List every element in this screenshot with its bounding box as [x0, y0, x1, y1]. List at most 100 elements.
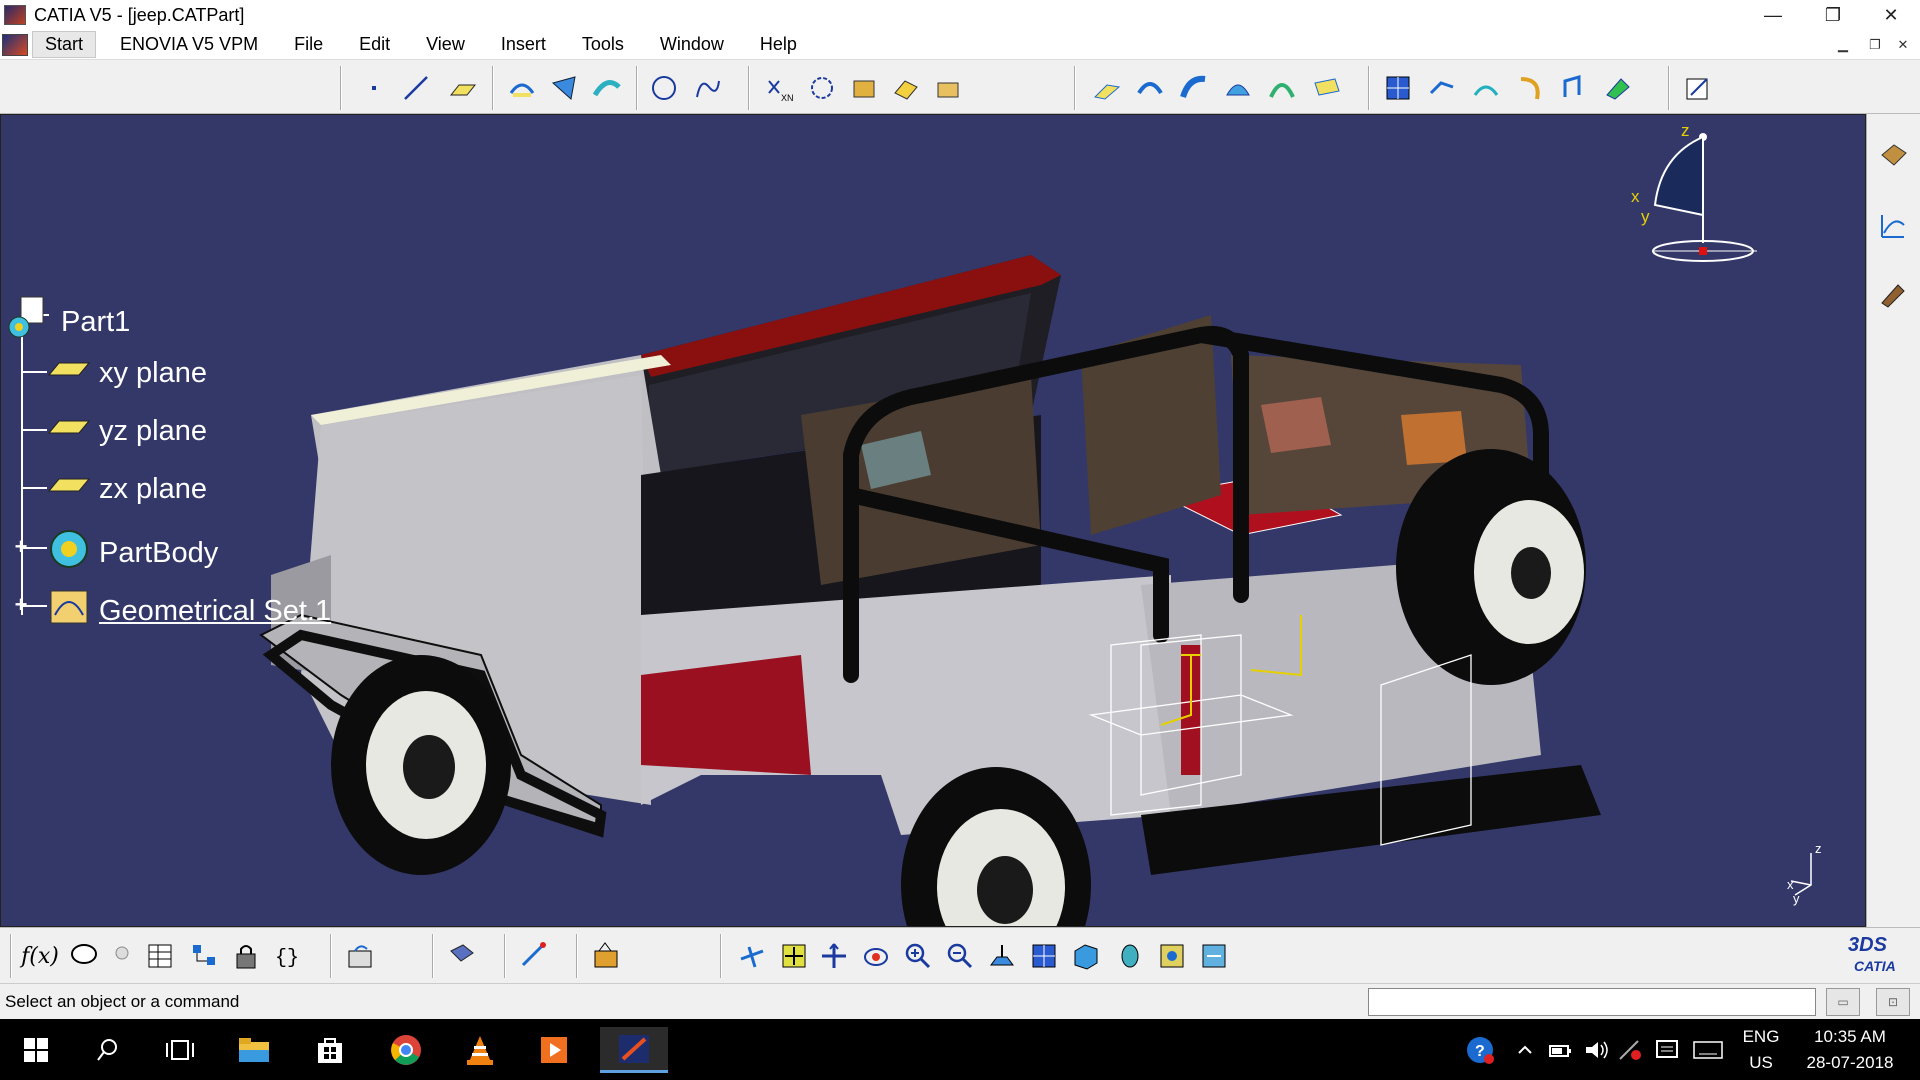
- apply-material-icon[interactable]: [1877, 278, 1909, 310]
- task-view-icon[interactable]: [152, 1027, 208, 1073]
- restore-button[interactable]: ❐: [1810, 0, 1856, 30]
- blend-icon[interactable]: [1514, 72, 1546, 104]
- comment-icon[interactable]: [68, 940, 100, 972]
- snap-icon[interactable]: [518, 940, 550, 972]
- clock-date[interactable]: 28-07-2018: [1790, 1053, 1910, 1073]
- part-design-icon[interactable]: [1877, 140, 1909, 172]
- expand-geometrical-set-button[interactable]: +: [11, 592, 31, 617]
- battery-icon[interactable]: [1544, 1027, 1578, 1073]
- keyboard-icon[interactable]: [1688, 1027, 1728, 1073]
- media-player-icon[interactable]: [526, 1027, 582, 1073]
- action-center-icon[interactable]: [1650, 1027, 1684, 1073]
- chrome-icon[interactable]: [378, 1027, 434, 1073]
- jeep-model[interactable]: [1, 115, 1866, 927]
- language-indicator[interactable]: ENG: [1738, 1027, 1784, 1047]
- extract-icon[interactable]: XN: [764, 72, 796, 104]
- menu-file[interactable]: File: [282, 32, 335, 57]
- boundary-icon[interactable]: [932, 72, 964, 104]
- pan-icon[interactable]: [818, 940, 850, 972]
- doc-restore-button[interactable]: ❐: [1864, 34, 1886, 56]
- offset-icon[interactable]: [590, 72, 622, 104]
- expand-partbody-button[interactable]: +: [11, 534, 31, 559]
- volume-icon[interactable]: [1580, 1027, 1614, 1073]
- light-icon[interactable]: [106, 940, 138, 972]
- network-warning-icon[interactable]: [1614, 1027, 1648, 1073]
- circle-icon[interactable]: [648, 72, 680, 104]
- render-style-icon[interactable]: [1114, 940, 1146, 972]
- catia-start-icon[interactable]: [2, 33, 28, 56]
- minimize-button[interactable]: —: [1750, 0, 1796, 30]
- clock-time[interactable]: 10:35 AM: [1790, 1027, 1910, 1047]
- file-explorer-icon[interactable]: [226, 1027, 282, 1073]
- formula-icon[interactable]: f(x): [21, 940, 59, 972]
- menu-window[interactable]: Window: [648, 32, 736, 57]
- split-icon[interactable]: [890, 72, 922, 104]
- tree-item-partbody[interactable]: PartBody: [47, 527, 218, 579]
- connect-curve-icon[interactable]: [1470, 72, 1502, 104]
- tree-item-geometrical-set[interactable]: Geometrical Set.1: [47, 585, 331, 637]
- sketcher-icon[interactable]: [1682, 72, 1714, 104]
- rotate-icon[interactable]: [860, 940, 892, 972]
- swap-visible-space-icon[interactable]: [1198, 940, 1230, 972]
- doc-close-button[interactable]: ✕: [1892, 34, 1914, 56]
- menu-start[interactable]: Start: [32, 31, 97, 58]
- join-icon[interactable]: [806, 72, 838, 104]
- spline-icon[interactable]: [692, 72, 724, 104]
- zoom-out-icon[interactable]: [944, 940, 976, 972]
- tree-item-xy-plane[interactable]: xy plane: [47, 355, 207, 391]
- catia-taskbar-icon[interactable]: [600, 1027, 668, 1073]
- vlc-icon[interactable]: [452, 1027, 508, 1073]
- normal-view-icon[interactable]: [986, 940, 1018, 972]
- catia-app-icon[interactable]: [4, 5, 26, 25]
- mesh-icon[interactable]: [1382, 72, 1414, 104]
- fly-mode-icon[interactable]: [736, 940, 768, 972]
- menu-insert[interactable]: Insert: [489, 32, 558, 57]
- point-icon[interactable]: [358, 72, 390, 104]
- help-notification-icon[interactable]: ?: [1460, 1027, 1500, 1073]
- stop-command-button[interactable]: ▭: [1826, 988, 1860, 1016]
- translate-icon[interactable]: [1558, 72, 1590, 104]
- measure-icon[interactable]: [446, 940, 478, 972]
- multisection-surface-icon[interactable]: [1310, 72, 1342, 104]
- store-icon[interactable]: [302, 1027, 358, 1073]
- zoom-in-icon[interactable]: [902, 940, 934, 972]
- tree-item-zx-plane[interactable]: zx plane: [47, 471, 207, 507]
- hide-show-icon[interactable]: [1156, 940, 1188, 972]
- fill-surface-icon[interactable]: [1266, 72, 1298, 104]
- tree-item-yz-plane[interactable]: yz plane: [47, 413, 207, 449]
- lock-icon[interactable]: [230, 940, 262, 972]
- law-icon[interactable]: [1602, 72, 1634, 104]
- chevron-up-icon[interactable]: [1510, 1027, 1540, 1073]
- catalog-icon[interactable]: [590, 940, 622, 972]
- extrude-surface-icon[interactable]: [1090, 72, 1122, 104]
- projection-icon[interactable]: [506, 72, 538, 104]
- intersection-icon[interactable]: [548, 72, 580, 104]
- sphere-surface-icon[interactable]: [1178, 72, 1210, 104]
- analysis-icon[interactable]: [1877, 210, 1909, 242]
- menu-edit[interactable]: Edit: [347, 32, 402, 57]
- multi-view-icon[interactable]: [1028, 940, 1060, 972]
- parameters-icon[interactable]: {}: [272, 940, 304, 972]
- menu-enovia[interactable]: ENOVIA V5 VPM: [108, 32, 270, 57]
- table-icon[interactable]: [144, 940, 176, 972]
- curve-analysis-icon[interactable]: [1426, 72, 1458, 104]
- compass-widget[interactable]: z x y: [1631, 121, 1771, 305]
- windows-start-icon[interactable]: [8, 1027, 64, 1073]
- line-icon[interactable]: [400, 72, 432, 104]
- menu-help[interactable]: Help: [748, 32, 809, 57]
- update-icon[interactable]: [344, 940, 376, 972]
- region-indicator[interactable]: US: [1738, 1053, 1784, 1073]
- command-input[interactable]: [1368, 988, 1816, 1016]
- menu-view[interactable]: View: [414, 32, 477, 57]
- menu-tools[interactable]: Tools: [570, 32, 636, 57]
- search-icon[interactable]: [80, 1027, 136, 1073]
- power-input-button[interactable]: ⊡: [1876, 988, 1910, 1016]
- revolve-surface-icon[interactable]: [1134, 72, 1166, 104]
- close-button[interactable]: ✕: [1868, 0, 1914, 30]
- tree-root-part1[interactable]: Part1: [7, 295, 130, 349]
- fit-all-icon[interactable]: [778, 940, 810, 972]
- 3d-viewport[interactable]: Part1 xy plane yz plane zx plane + PartB…: [0, 114, 1866, 927]
- doc-minimize-button[interactable]: ▁: [1832, 34, 1854, 56]
- healing-icon[interactable]: [848, 72, 880, 104]
- sweep-surface-icon[interactable]: [1222, 72, 1254, 104]
